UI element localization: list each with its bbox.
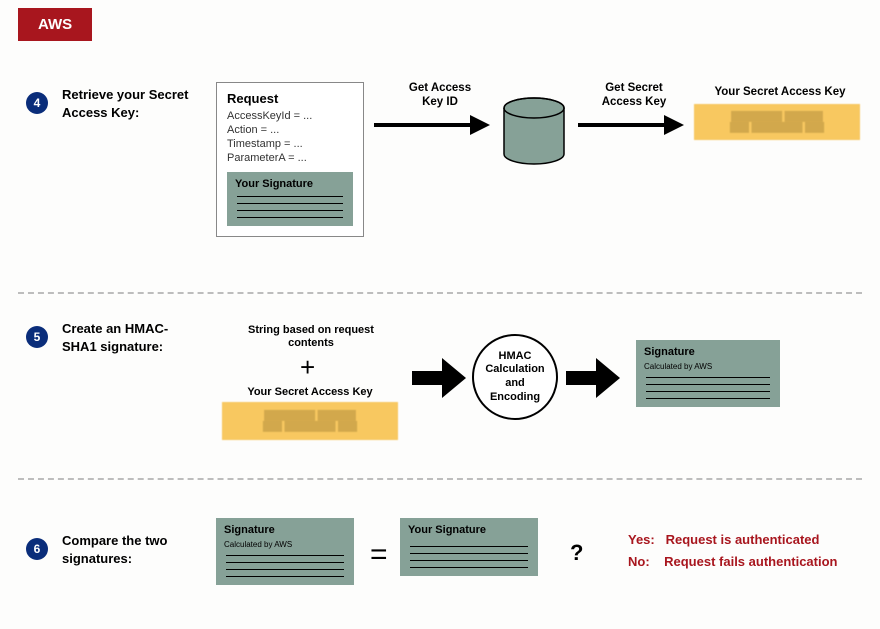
arrow-icon bbox=[566, 358, 620, 398]
no-label: No: bbox=[628, 554, 650, 569]
yes-text: Request is authenticated bbox=[666, 532, 820, 547]
separator bbox=[18, 478, 862, 480]
step-title-6: Compare the two signatures: bbox=[62, 532, 202, 567]
secret-key-obscured-2: ████████ █████████ ████████ ███ bbox=[222, 402, 398, 440]
equals-icon: = bbox=[370, 538, 388, 572]
step-title-4: Retrieve your Secret Access Key: bbox=[62, 86, 202, 121]
hmac-circle: HMAC Calculation and Encoding bbox=[472, 334, 558, 420]
result-yes: Yes: Request is authenticated bbox=[628, 532, 819, 547]
request-line: Action = ... bbox=[227, 124, 353, 136]
secret-key-label-2: Your Secret Access Key bbox=[230, 386, 390, 399]
secret-key-obscured: ████████ █████████ ████████ ███ bbox=[694, 104, 860, 140]
request-line: AccessKeyId = ... bbox=[227, 110, 353, 122]
signature-subtitle: Calculated by AWS bbox=[644, 362, 772, 371]
string-contents-label: String based on request contents bbox=[236, 324, 386, 350]
arrow-icon bbox=[374, 113, 490, 137]
signature-card-aws: Signature Calculated by AWS bbox=[636, 340, 780, 407]
signature-card-aws-2: Signature Calculated by AWS bbox=[216, 518, 354, 585]
request-heading: Request bbox=[227, 91, 353, 106]
your-signature-title-2: Your Signature bbox=[408, 524, 530, 536]
request-line: Timestamp = ... bbox=[227, 138, 353, 150]
request-line: ParameterA = ... bbox=[227, 152, 353, 164]
step-number-6: 6 bbox=[26, 538, 48, 560]
secret-key-label: Your Secret Access Key bbox=[700, 86, 860, 100]
signature-title: Signature bbox=[224, 524, 346, 536]
result-no: No: Request fails authentication bbox=[628, 554, 838, 569]
your-signature-title: Your Signature bbox=[235, 178, 345, 190]
step-number-5: 5 bbox=[26, 326, 48, 348]
arrow-label-access-key-id: Get Access Key ID bbox=[400, 82, 480, 110]
database-icon bbox=[498, 96, 570, 168]
your-signature-card: Your Signature bbox=[227, 172, 353, 226]
request-box: Request AccessKeyId = ... Action = ... T… bbox=[216, 82, 364, 237]
aws-badge: AWS bbox=[18, 8, 92, 41]
step-title-5: Create an HMAC-SHA1 signature: bbox=[62, 320, 202, 355]
signature-subtitle: Calculated by AWS bbox=[224, 540, 346, 549]
signature-title: Signature bbox=[644, 346, 772, 358]
separator bbox=[18, 292, 862, 294]
no-text: Request fails authentication bbox=[664, 554, 837, 569]
step-number-4: 4 bbox=[26, 92, 48, 114]
question-mark-icon: ? bbox=[570, 540, 583, 566]
arrow-icon bbox=[412, 358, 466, 398]
plus-icon: + bbox=[300, 352, 315, 383]
signature-card-yours: Your Signature bbox=[400, 518, 538, 576]
arrow-label-secret-key: Get Secret Access Key bbox=[594, 82, 674, 110]
yes-label: Yes: bbox=[628, 532, 655, 547]
hmac-label: HMAC Calculation and Encoding bbox=[480, 350, 550, 405]
arrow-icon bbox=[578, 113, 684, 137]
